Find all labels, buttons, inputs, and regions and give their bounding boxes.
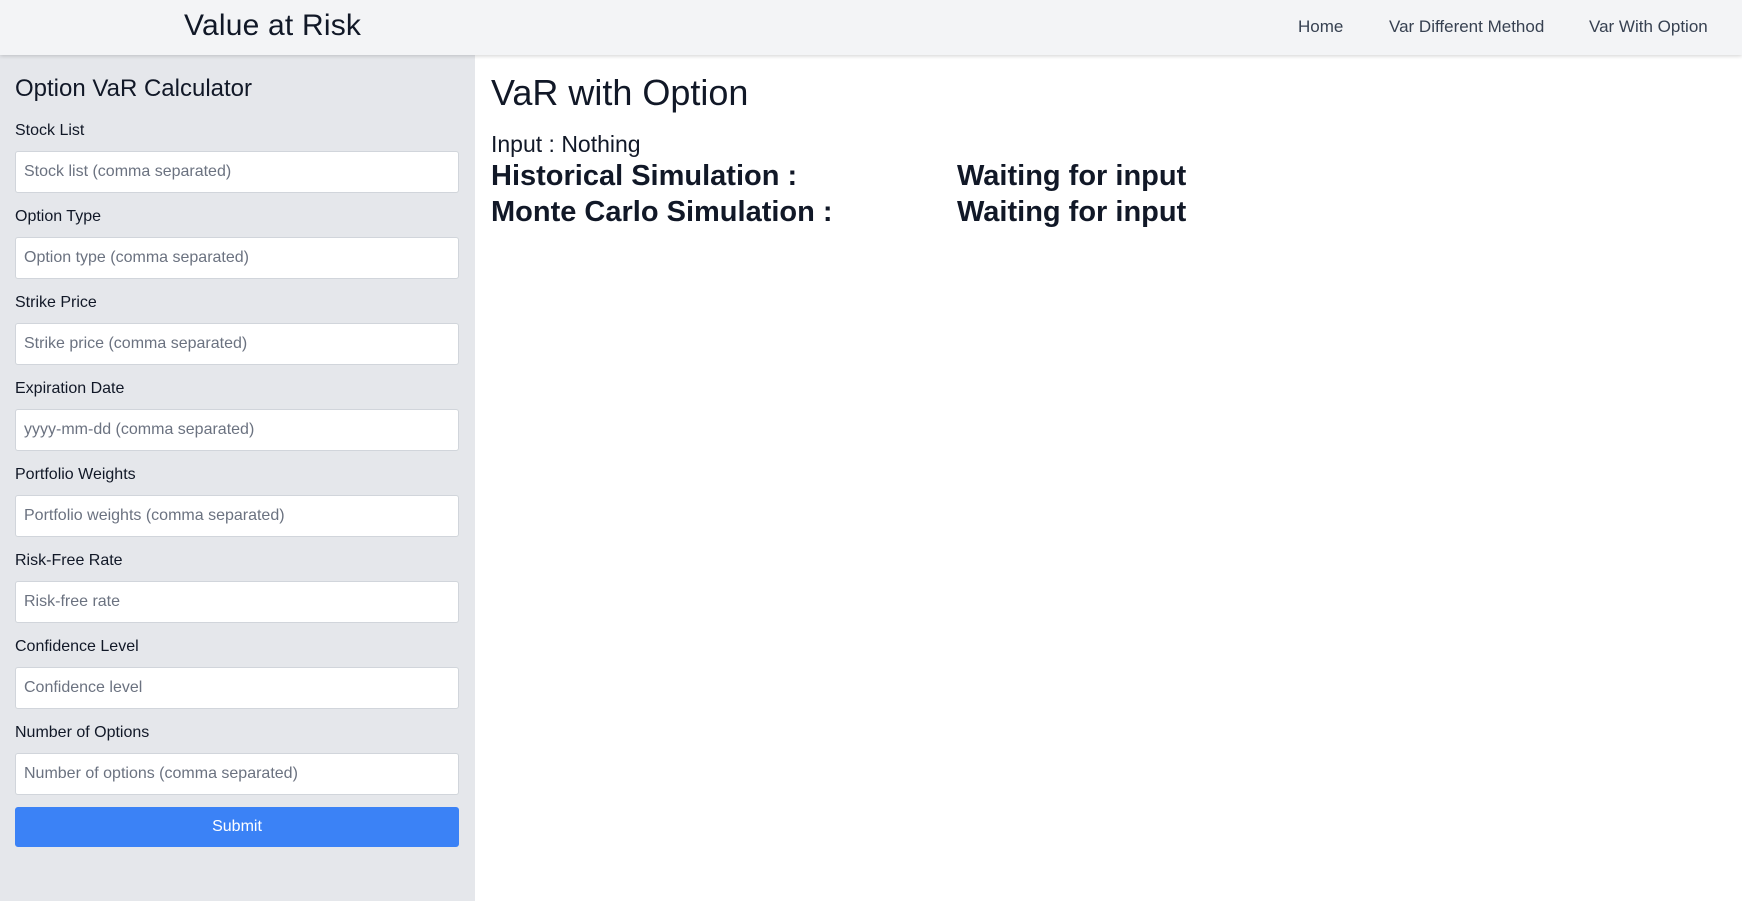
expiration-date-input[interactable] <box>15 409 459 451</box>
portfolio-weights-label: Portfolio Weights <box>15 466 136 483</box>
portfolio-weights-input[interactable] <box>15 495 459 537</box>
risk-free-rate-label: Risk-Free Rate <box>15 552 123 569</box>
monte-carlo-simulation-label: Monte Carlo Simulation : <box>491 196 833 228</box>
risk-free-rate-input[interactable] <box>15 581 459 623</box>
option-type-input[interactable] <box>15 237 459 279</box>
navbar: Value at Risk Home Var Different Method … <box>0 0 1742 55</box>
number-of-options-input[interactable] <box>15 753 459 795</box>
nav-link-var-different-method[interactable]: Var Different Method <box>1389 17 1544 37</box>
submit-button[interactable]: Submit <box>15 807 459 847</box>
strike-price-input[interactable] <box>15 323 459 365</box>
historical-simulation-label: Historical Simulation : <box>491 160 798 192</box>
nav-link-var-with-option[interactable]: Var With Option <box>1589 17 1708 37</box>
sidebar-title: Option VaR Calculator <box>15 75 252 102</box>
strike-price-label: Strike Price <box>15 294 97 311</box>
monte-carlo-simulation-value: Waiting for input <box>957 196 1187 228</box>
nav-link-home[interactable]: Home <box>1298 17 1343 37</box>
input-summary: Input : Nothing <box>491 131 641 157</box>
page-title: VaR with Option <box>491 72 749 113</box>
confidence-level-label: Confidence Level <box>15 638 139 655</box>
expiration-date-label: Expiration Date <box>15 380 125 397</box>
stock-list-input[interactable] <box>15 151 459 193</box>
calculator-sidebar: Option VaR Calculator Stock List Option … <box>0 55 475 901</box>
option-type-label: Option Type <box>15 208 101 225</box>
number-of-options-label: Number of Options <box>15 724 150 741</box>
brand-title[interactable]: Value at Risk <box>184 9 361 43</box>
stock-list-label: Stock List <box>15 122 85 139</box>
confidence-level-input[interactable] <box>15 667 459 709</box>
historical-simulation-value: Waiting for input <box>957 160 1187 192</box>
